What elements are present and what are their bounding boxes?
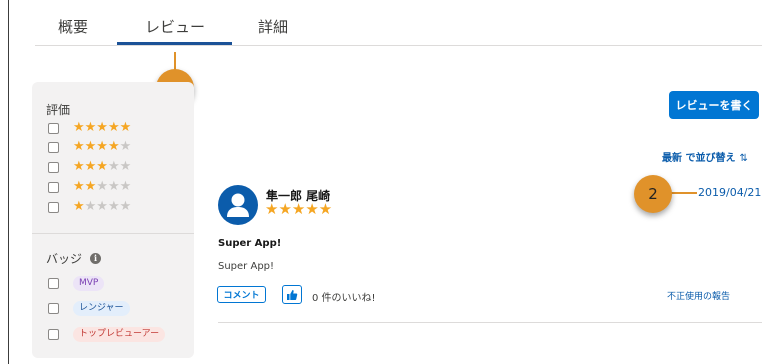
sort-arrows-icon: ⇅: [739, 153, 748, 164]
tab-details[interactable]: 詳細: [258, 16, 288, 37]
rating-1-stars-icon: ★★★★★: [73, 199, 132, 214]
rating-2-checkbox[interactable]: [48, 181, 59, 193]
callout-1-pointer: [174, 52, 176, 70]
rating-3-checkbox[interactable]: [48, 161, 59, 173]
badge-mvp-pill: MVP: [73, 275, 105, 291]
rating-4-checkbox[interactable]: [48, 141, 59, 153]
badge-filter-header: バッジ i: [46, 250, 102, 267]
callout-2-pointer: [671, 192, 697, 194]
review-rating-stars-icon: ★★★★★: [265, 200, 333, 218]
rating-5-stars-icon: ★★★★★: [73, 120, 132, 135]
rating-filter-1[interactable]: ★★★★★: [48, 200, 131, 214]
sort-menu[interactable]: 最新 で並び替え ⇅: [662, 149, 748, 164]
rating-2-stars-icon: ★★★★★: [73, 179, 132, 194]
review-title: Super App!: [218, 238, 282, 249]
review-date: 2019/04/21: [698, 186, 762, 199]
avatar: [218, 185, 258, 225]
badge-filter-top-reviewer[interactable]: トップレビューアー: [48, 326, 166, 342]
like-button[interactable]: [282, 285, 302, 304]
review-divider: [218, 322, 762, 323]
sort-label: 最新 で並び替え: [662, 153, 736, 164]
info-icon[interactable]: i: [90, 253, 102, 264]
tab-overview[interactable]: 概要: [58, 16, 88, 37]
rating-filter-4[interactable]: ★★★★★: [48, 140, 131, 154]
rating-filter-2[interactable]: ★★★★★: [48, 180, 131, 194]
review-body: Super App!: [218, 261, 275, 272]
badge-top-reviewer-pill: トップレビューアー: [73, 326, 166, 342]
badge-top-reviewer-checkbox[interactable]: [48, 328, 59, 340]
tab-bar: 概要 レビュー 詳細: [35, 0, 762, 47]
filter-divider: [32, 233, 194, 234]
rating-filter-5[interactable]: ★★★★★: [48, 121, 131, 135]
tab-reviews[interactable]: レビュー: [145, 16, 205, 37]
write-review-button[interactable]: レビューを書く: [669, 91, 759, 119]
callout-2-marker: 2: [634, 175, 672, 213]
tab-divider: [35, 45, 762, 46]
badge-ranger-pill: レンジャー: [73, 300, 130, 316]
rating-3-stars-icon: ★★★★★: [73, 159, 132, 174]
rating-filter-title: 評価: [46, 103, 71, 117]
filter-panel: 評価 ★★★★★ ★★★★★ ★★★★★ ★★★★★ ★★★★★ バッジ i M…: [32, 82, 194, 358]
rating-1-checkbox[interactable]: [48, 201, 59, 213]
rating-filter-3[interactable]: ★★★★★: [48, 160, 131, 174]
rating-4-stars-icon: ★★★★★: [73, 139, 132, 154]
badge-ranger-checkbox[interactable]: [48, 302, 59, 314]
like-count: 0 件のいいね!: [312, 293, 376, 304]
badge-filter-ranger[interactable]: レンジャー: [48, 300, 130, 316]
report-abuse-link[interactable]: 不正使用の報告: [667, 289, 730, 302]
window-edge: [8, 0, 9, 364]
comment-button[interactable]: コメント: [217, 286, 266, 303]
badge-filter-mvp[interactable]: MVP: [48, 275, 105, 291]
badge-filter-title: バッジ: [46, 252, 83, 266]
badge-mvp-checkbox[interactable]: [48, 277, 59, 289]
rating-5-checkbox[interactable]: [48, 122, 59, 134]
user-icon: [227, 193, 249, 217]
thumbs-up-icon: [287, 289, 298, 300]
